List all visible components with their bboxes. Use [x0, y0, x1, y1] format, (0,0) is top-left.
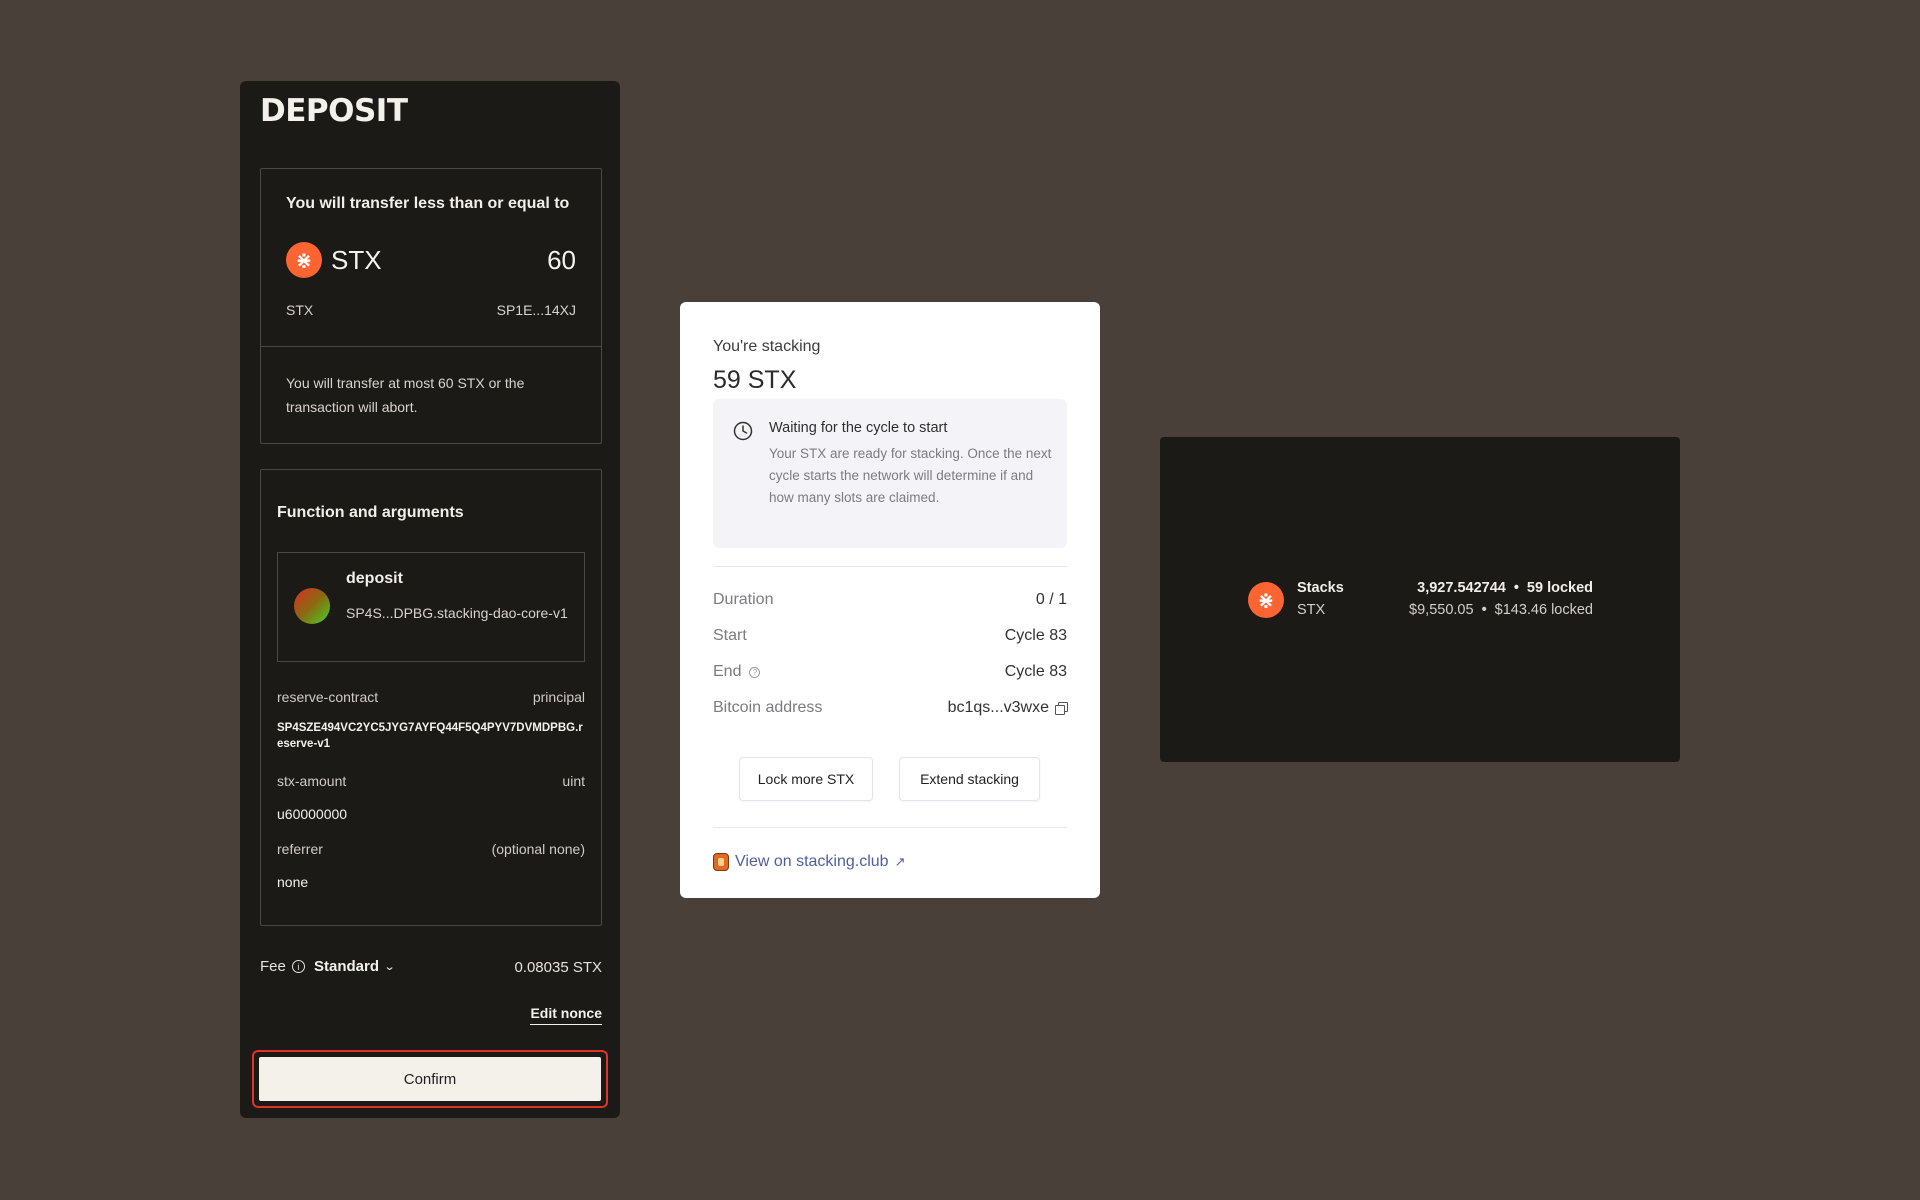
lock-more-stx-button[interactable]: Lock more STX — [739, 757, 873, 801]
contract-id: SP4S...DPBG.stacking-dao-core-v1 — [346, 605, 568, 621]
copy-icon[interactable] — [1055, 702, 1068, 715]
fee-amount: 0.08035 STX — [514, 959, 602, 976]
divider — [261, 346, 601, 347]
deposit-panel: DEPOSIT You will transfer less than or e… — [240, 81, 620, 1118]
fee-speed-label: Standard — [314, 958, 380, 975]
fee-speed-select[interactable]: Standard ⌄ — [314, 958, 396, 975]
locked-amount: 59 locked — [1526, 580, 1593, 596]
stx-logo-icon: ⋇ — [286, 242, 322, 278]
row-value: Cycle 83 — [1004, 627, 1067, 644]
question-icon[interactable]: ? — [749, 666, 761, 678]
extend-stacking-button[interactable]: Extend stacking — [899, 757, 1040, 801]
function-heading: Function and arguments — [277, 504, 464, 521]
status-title: Waiting for the cycle to start — [769, 420, 948, 436]
row-label: Bitcoin address — [713, 699, 823, 716]
row-label: Start — [713, 627, 747, 644]
bitcoin-address: bc1qs...v3wxe — [947, 699, 1049, 716]
confirm-button[interactable]: Confirm — [259, 1057, 601, 1101]
info-icon[interactable]: i — [291, 960, 305, 973]
divider — [713, 827, 1067, 828]
row-value: 0 / 1 — [1035, 591, 1067, 608]
arg-type: (optional none) — [491, 841, 585, 857]
transfer-heading: You will transfer less than or equal to — [286, 195, 570, 212]
divider — [713, 566, 1067, 567]
stacking-amount: 59 STX — [713, 366, 797, 394]
balance-fiat-line: $9,550.05 • $143.46 locked — [1409, 602, 1593, 618]
edit-nonce-link[interactable]: Edit nonce — [530, 1005, 602, 1025]
arg-name: referrer — [277, 841, 323, 857]
arg-value: none — [277, 874, 309, 890]
status-box: Waiting for the cycle to start Your STX … — [713, 399, 1067, 548]
clock-icon — [733, 421, 753, 441]
contract-avatar — [294, 588, 330, 624]
sender-address: SP1E...14XJ — [496, 302, 576, 318]
fiat-amount: $9,550.05 — [1409, 602, 1474, 618]
balance-amount-line: 3,927.542744 • 59 locked — [1417, 580, 1593, 596]
chevron-down-icon: ⌄ — [383, 961, 396, 973]
arg-value: u60000000 — [277, 806, 348, 822]
asset-symbol: STX — [1297, 602, 1326, 618]
token-name: STX — [331, 245, 382, 275]
bitcoin-address-value: bc1qs...v3wxe — [947, 699, 1068, 717]
stacking-label: You're stacking — [713, 338, 821, 355]
row-label-text: End — [713, 663, 742, 680]
arg-type: uint — [562, 773, 585, 789]
confirm-highlight: Confirm — [252, 1050, 608, 1108]
stacking-club-icon — [713, 853, 729, 871]
arg-name: reserve-contract — [277, 689, 379, 705]
transfer-note: You will transfer at most 60 STX or the … — [286, 375, 525, 415]
transfer-summary-card: You will transfer less than or equal to … — [260, 168, 602, 444]
function-box: deposit SP4S...DPBG.stacking-dao-core-v1 — [277, 552, 585, 662]
row-label: Duration — [713, 591, 774, 608]
asset-name: Stacks — [1297, 580, 1344, 596]
arg-name: stx-amount — [277, 773, 347, 789]
function-name: deposit — [346, 570, 403, 587]
stacking-card: You're stacking 59 STX Waiting for the c… — [680, 302, 1100, 898]
balance-card: ⋇ Stacks STX 3,927.542744 • 59 locked $9… — [1160, 437, 1680, 762]
fee-label: Fee i — [260, 958, 305, 975]
transfer-amount: 60 — [547, 245, 576, 275]
separator: • — [1481, 602, 1487, 618]
separator: • — [1513, 580, 1519, 596]
stacking-club-link-text: View on stacking.club — [735, 853, 889, 870]
fiat-locked: $143.46 locked — [1494, 602, 1593, 618]
fee-label-text: Fee — [260, 958, 286, 975]
balance-amount: 3,927.542744 — [1417, 580, 1506, 596]
status-body: Your STX are ready for stacking. Once th… — [769, 446, 1052, 505]
page-title: DEPOSIT — [260, 93, 408, 129]
stacking-club-link[interactable]: View on stacking.club ↗ — [713, 853, 905, 871]
row-value: Cycle 83 — [1004, 663, 1067, 680]
token-symbol: STX — [286, 302, 314, 318]
arg-type: principal — [532, 689, 585, 705]
stx-logo-icon: ⋇ — [1248, 582, 1284, 618]
external-link-icon: ↗ — [894, 854, 906, 869]
end-row-label: End ? — [713, 663, 761, 681]
function-arguments-card: Function and arguments deposit SP4S...DP… — [260, 469, 602, 926]
arg-value: SP4SZE494VC2YC5JYG7AYFQ44F5Q4PYV7DVMDPBG… — [277, 722, 583, 750]
